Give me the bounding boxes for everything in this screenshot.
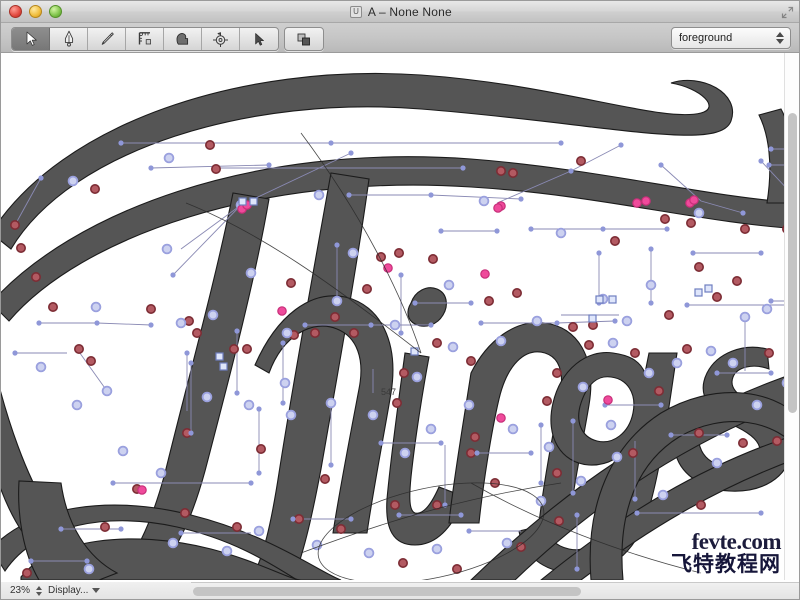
- layers-squares-icon: [297, 33, 310, 45]
- zoom-level: 23%: [10, 585, 31, 596]
- foreground-select-value: foreground: [679, 32, 733, 44]
- chevron-down-icon[interactable]: [92, 588, 101, 593]
- tool-palette: [11, 27, 279, 51]
- node-value-label: 547: [381, 387, 396, 397]
- maximize-button[interactable]: [49, 5, 62, 18]
- display-menu[interactable]: Display...: [48, 585, 101, 596]
- title-center: U A – None None: [1, 1, 799, 23]
- tool-layers[interactable]: [285, 28, 323, 50]
- tool-pointer[interactable]: [240, 28, 278, 50]
- foreground-layer-select[interactable]: foreground: [671, 27, 791, 49]
- ruler-corner-icon: [138, 32, 151, 45]
- glyph-canvas[interactable]: 547: [1, 53, 799, 580]
- pen-nib-icon: [64, 30, 73, 47]
- arrow-cursor-icon: [26, 31, 37, 46]
- foreground-stepper[interactable]: [772, 28, 788, 48]
- small-arrow-icon: [255, 32, 264, 46]
- tool-select[interactable]: [12, 28, 50, 50]
- title-bar: U A – None None: [1, 1, 799, 23]
- glyph-shapes: [1, 72, 799, 580]
- document-badge-icon: U: [350, 6, 362, 18]
- font-editor-window: U A – None None foreground 547 fevte.com…: [0, 0, 800, 600]
- tool-measure[interactable]: [126, 28, 164, 50]
- window-title: A – None None: [367, 5, 452, 19]
- zoom-stepper[interactable]: [36, 585, 43, 596]
- minimize-button[interactable]: [29, 5, 42, 18]
- toolbar: foreground: [1, 23, 799, 53]
- status-bar: 23% Display...: [1, 582, 191, 599]
- glyph-outline-artwork: 547: [1, 72, 799, 580]
- tool-pencil[interactable]: [88, 28, 126, 50]
- window-controls: [9, 5, 62, 18]
- vertical-scrollbar[interactable]: [784, 53, 799, 580]
- blob-shape-icon: [176, 33, 189, 45]
- fullscreen-arrows-icon[interactable]: [781, 6, 794, 19]
- horizontal-scrollbar-thumb[interactable]: [193, 587, 581, 596]
- zoom-down-icon[interactable]: [36, 591, 43, 596]
- close-button[interactable]: [9, 5, 22, 18]
- vertical-scrollbar-thumb[interactable]: [788, 113, 797, 413]
- pencil-icon: [101, 32, 114, 45]
- tool-paint[interactable]: [164, 28, 202, 50]
- stepper-up-icon[interactable]: [776, 32, 784, 37]
- layers-palette: [284, 27, 324, 51]
- rotate-target-icon: [213, 31, 228, 47]
- tool-pen[interactable]: [50, 28, 88, 50]
- tool-rotate[interactable]: [202, 28, 240, 50]
- stepper-down-icon[interactable]: [776, 39, 784, 44]
- zoom-up-icon[interactable]: [36, 585, 43, 590]
- display-menu-label: Display...: [48, 585, 89, 596]
